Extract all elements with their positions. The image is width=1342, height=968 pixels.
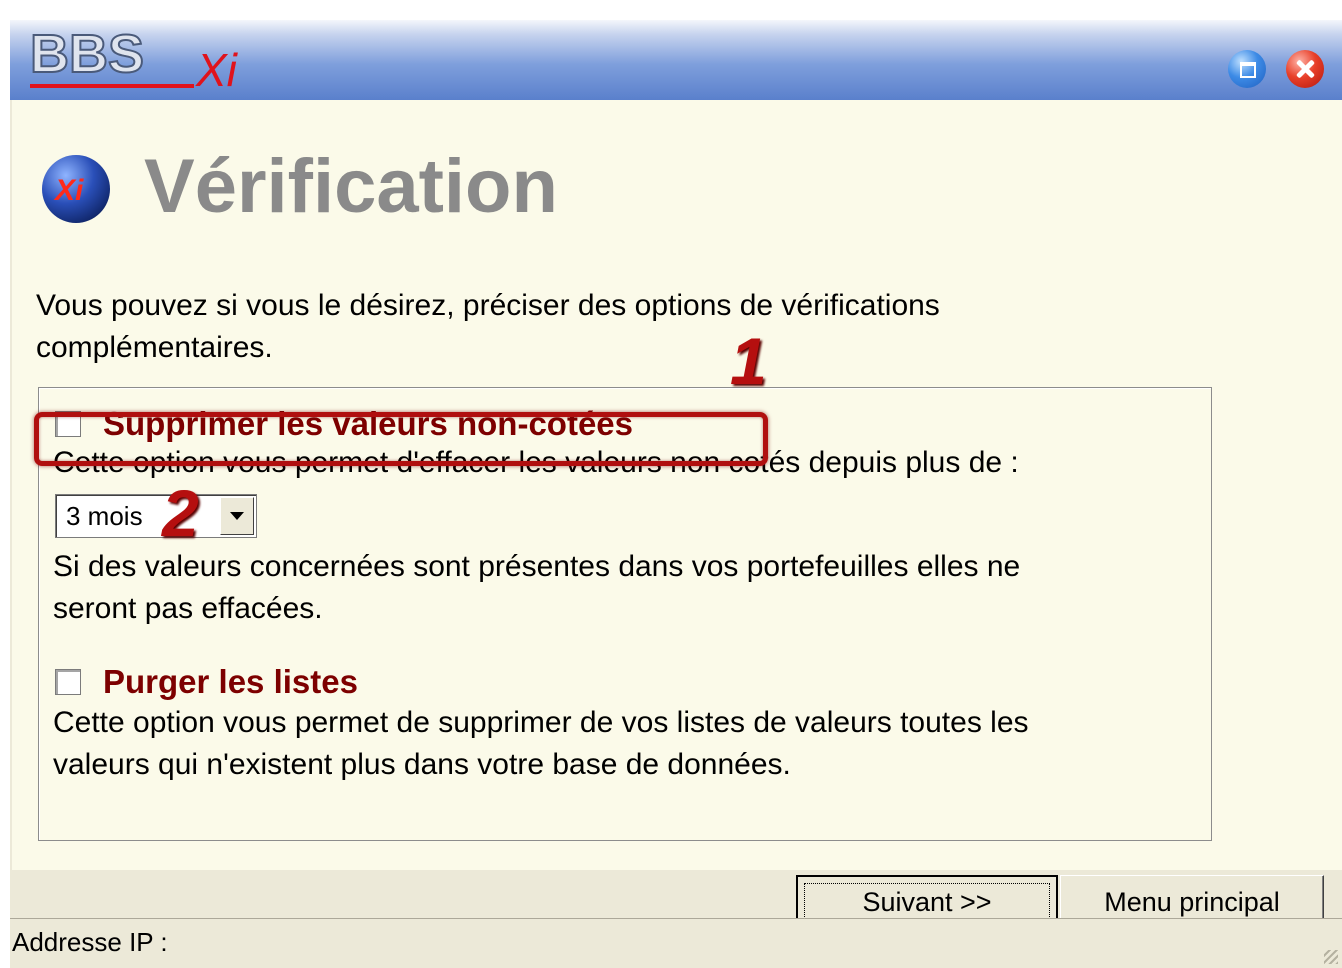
main-menu-button-label: Menu principal bbox=[1104, 886, 1280, 917]
intro-text: Vous pouvez si vous le désirez, préciser… bbox=[36, 285, 1136, 369]
focus-ring bbox=[804, 883, 1050, 921]
page-title: Vérification bbox=[144, 144, 558, 229]
dropdown-arrow-icon[interactable] bbox=[220, 497, 254, 535]
purge-lists-label[interactable]: Purger les listes bbox=[103, 663, 358, 701]
purge-lists-description-line: valeurs qui n'existent plus dans votre b… bbox=[53, 748, 791, 781]
logo-text-main: BBS bbox=[30, 24, 144, 84]
title-bar: BBS Xi bbox=[10, 20, 1342, 100]
period-dropdown[interactable]: 3 mois bbox=[55, 494, 257, 538]
close-icon[interactable] bbox=[1286, 50, 1324, 88]
logo-text-sub: Xi bbox=[195, 44, 239, 96]
delete-unlisted-note-line: Si des valeurs concernées sont présentes… bbox=[53, 550, 1021, 583]
purge-lists-description-line: Cette option vous permet de supprimer de… bbox=[53, 706, 1029, 739]
header-icon-label: Xi bbox=[53, 174, 84, 207]
app-window: BBS Xi Xi Vérification Vous pouvez si vo… bbox=[10, 20, 1342, 968]
option-purge-lists[interactable]: Purger les listes bbox=[55, 662, 358, 702]
annotation-marker-1: 1 bbox=[730, 324, 767, 398]
intro-line: complémentaires. bbox=[36, 331, 273, 364]
annotation-highlight-box bbox=[34, 412, 768, 466]
xi-logo-icon: Xi bbox=[42, 155, 110, 223]
bbs-xi-logo: BBS Xi bbox=[29, 23, 239, 96]
period-selected-value: 3 mois bbox=[66, 501, 143, 531]
main-panel: Xi Vérification Vous pouvez si vous le d… bbox=[12, 100, 1342, 929]
delete-unlisted-note-line: seront pas effacées. bbox=[53, 592, 323, 625]
ip-address-label: Addresse IP : bbox=[12, 927, 168, 957]
annotation-marker-2: 2 bbox=[162, 476, 199, 550]
intro-line: Vous pouvez si vous le désirez, préciser… bbox=[36, 289, 940, 322]
maximize-icon[interactable] bbox=[1228, 50, 1266, 88]
status-bar: Addresse IP : bbox=[10, 918, 1342, 968]
purge-lists-checkbox[interactable] bbox=[55, 669, 81, 695]
resize-grip-icon[interactable] bbox=[1324, 950, 1338, 964]
